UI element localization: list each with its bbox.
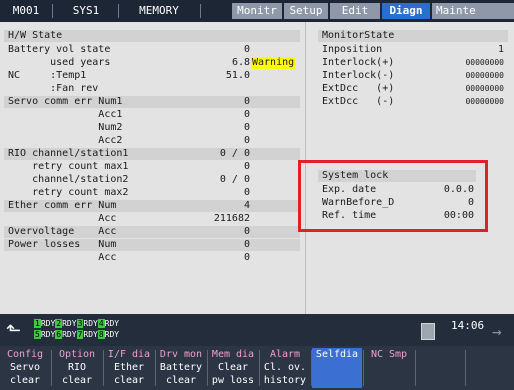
monitor-state-title: MonitorState (322, 30, 395, 41)
row-label: RIO channel/station1 (8, 148, 129, 159)
row-value: 0 (243, 135, 250, 146)
row-value: 0 (243, 226, 250, 237)
row-label: channel/station2 (8, 174, 129, 185)
monitor-value: 00000000 (465, 97, 504, 106)
hw-state-title: H/W State (8, 30, 63, 41)
monitor-label: Interlock(+) (322, 57, 395, 68)
row-value: 51.0 (225, 70, 250, 81)
monitor-value: 00000000 (465, 84, 504, 93)
top-bar: M001 SYS1 MEMORY Monitr Setup Edit Diagn… (0, 0, 514, 22)
menu-key-option[interactable]: Option RIO clear (52, 348, 102, 388)
ready-indicators-row1: 1RDY2RDY3RDY4RDY (34, 319, 120, 328)
row-label: Battery vol state (8, 44, 111, 55)
menu-key-drv-mon[interactable]: Drv mon Battery clear (156, 348, 206, 388)
monitor-value: 1 (497, 44, 504, 55)
row-value: 0 (243, 252, 250, 263)
monitor-label: ExtDcc (+) (322, 83, 395, 94)
system-name: SYS1 (72, 4, 100, 17)
row-label: retry count max2 (8, 187, 129, 198)
monitor-value: 00000000 (465, 58, 504, 67)
tab-monitor[interactable]: Monitr (232, 3, 282, 19)
row-label: used years (8, 57, 111, 68)
clock: 14:06 (451, 319, 485, 332)
row-value: 0 (243, 109, 250, 120)
highlight-box (298, 160, 488, 232)
row-label: Acc1 (8, 109, 123, 120)
return-icon[interactable]: ⬑ (6, 320, 28, 342)
row-value: 0 / 0 (219, 148, 250, 159)
row-label: Acc2 (8, 135, 123, 146)
main-panel: H/W State Battery vol state 0 used years… (0, 22, 514, 314)
row-value: 0 (243, 96, 250, 107)
row-value: 0 (243, 44, 250, 55)
menu-key-if-dia[interactable]: I/F dia Ether clear (104, 348, 154, 388)
row-label: Acc (8, 252, 117, 263)
monitor-value: 00000000 (465, 71, 504, 80)
program-number: M001 (12, 4, 40, 17)
menu-bar: Config Servo clear Option RIO clear I/F dia E… (0, 346, 514, 390)
row-value: 4 (243, 200, 250, 211)
menu-key-nc-smp[interactable]: NC Smp (364, 348, 414, 388)
row-label: NC :Temp1 (8, 70, 87, 81)
row-label: retry count max1 (8, 161, 129, 172)
row-label: Servo comm err Num1 (8, 96, 123, 107)
row-value: 0 (243, 239, 250, 250)
row-label: Power losses Num (8, 239, 117, 250)
menu-key-empty[interactable] (466, 348, 514, 388)
row-label: :Fan rev (8, 83, 99, 94)
calculator-icon[interactable] (421, 323, 435, 340)
row-value: 0 (243, 122, 250, 133)
menu-key-alarm[interactable]: Alarm Cl. ov. history (260, 348, 310, 388)
tab-setup[interactable]: Setup (284, 3, 328, 19)
row-value: 0 (243, 187, 250, 198)
operation-mode: MEMORY (139, 4, 179, 17)
menu-key-config[interactable]: Config Servo clear (0, 348, 50, 388)
row-label: Ether comm err Num (8, 200, 117, 211)
row-value: 0 / 0 (219, 174, 250, 185)
warning-badge: Warning (251, 57, 296, 69)
row-value: 211682 (213, 213, 250, 224)
row-label: Overvoltage Acc (8, 226, 117, 237)
row-label: Num2 (8, 122, 123, 133)
row-label: Acc (8, 213, 117, 224)
menu-key-empty[interactable] (416, 348, 464, 388)
tab-diagnosis[interactable]: Diagn (382, 3, 430, 19)
tab-edit[interactable]: Edit (330, 3, 380, 19)
monitor-label: ExtDcc (-) (322, 96, 395, 107)
ready-indicators-row2: 5RDY6RDY7RDY8RDY (34, 330, 120, 339)
monitor-label: Inposition (322, 44, 383, 55)
arrow-right-icon[interactable]: → (492, 322, 502, 341)
monitor-label: Interlock(-) (322, 70, 395, 81)
tab-maintenance[interactable]: Mainte (432, 3, 514, 19)
row-value: 6.8 (231, 57, 250, 68)
menu-key-mem-dia[interactable]: Mem dia Clear pw loss (208, 348, 258, 388)
status-bar: ⬑ 1RDY2RDY3RDY4RDY 5RDY6RDY7RDY8RDY 14:0… (0, 314, 514, 346)
menu-key-selfdia[interactable]: Selfdia (312, 348, 362, 388)
cnc-screen: M001 SYS1 MEMORY Monitr Setup Edit Diagn… (0, 0, 514, 390)
row-value: 0 (243, 161, 250, 172)
